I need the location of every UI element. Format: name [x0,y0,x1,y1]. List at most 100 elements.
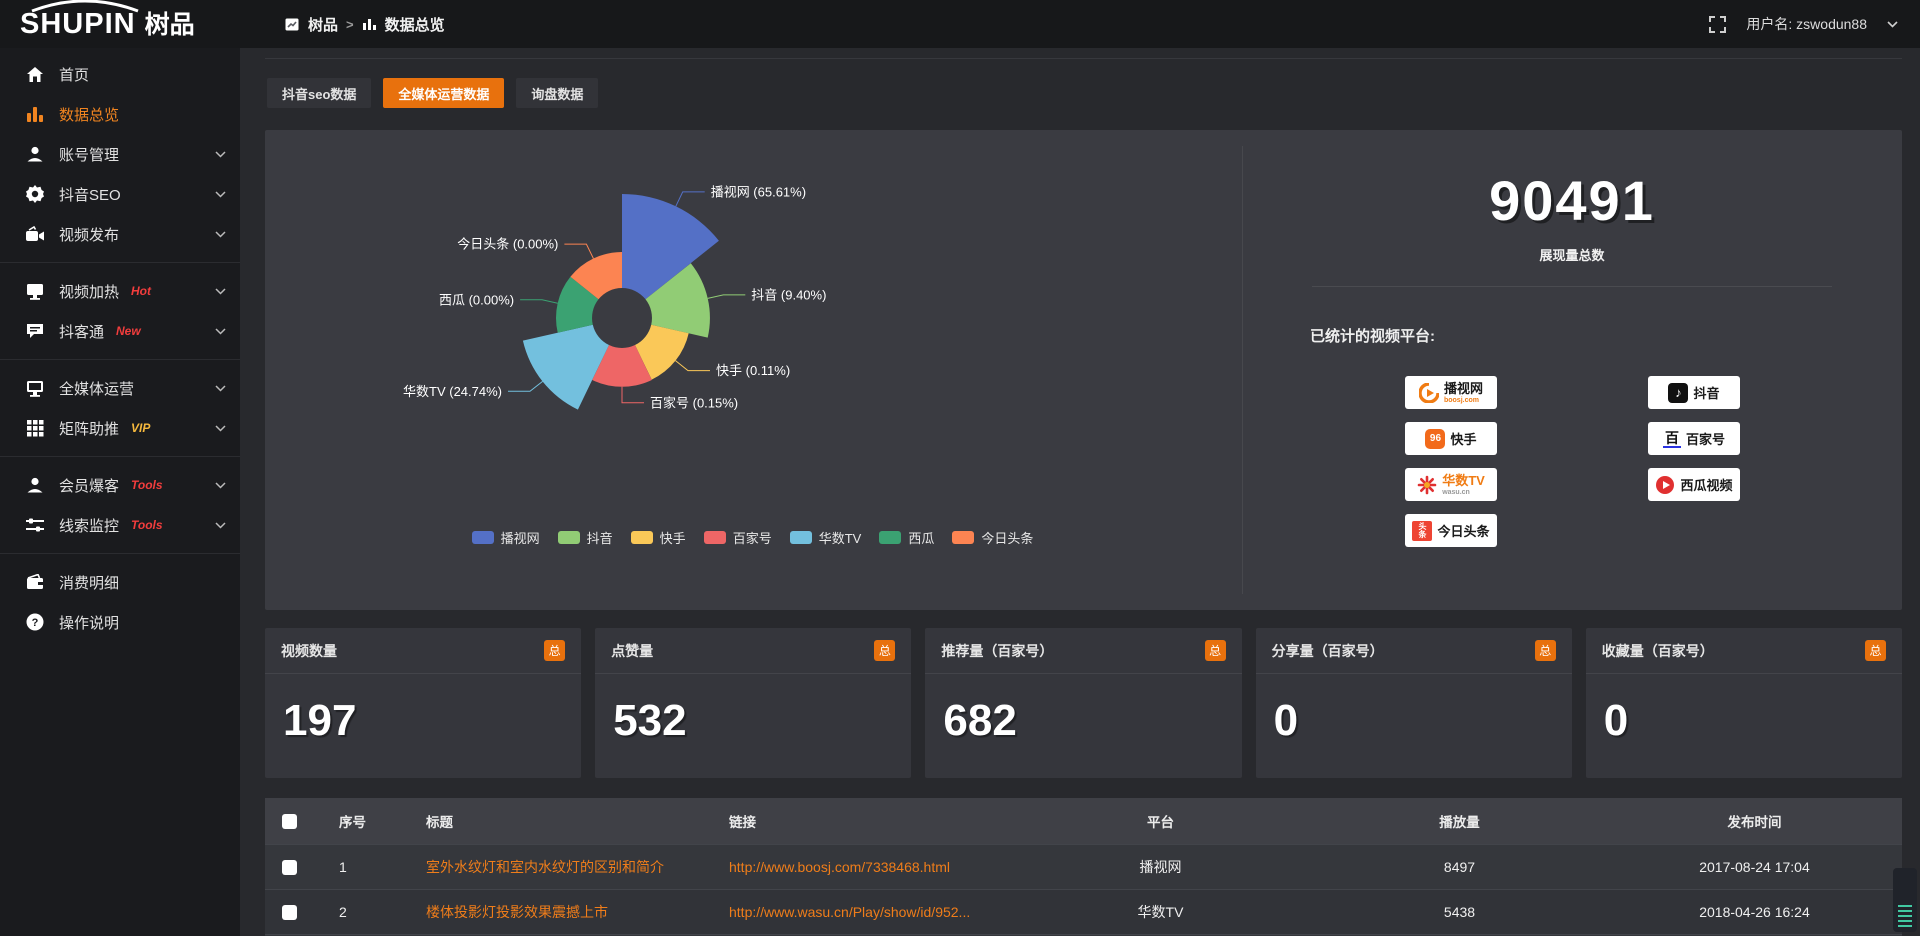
platforms-title: 已统计的视频平台: [1310,325,1902,346]
platform-badge-douyin: ♪ 抖音 [1648,376,1740,409]
tools-badge: Tools [131,478,163,492]
sidebar-item-douyin-seo[interactable]: 抖音SEO [0,174,240,214]
wallet-icon [26,573,44,591]
pie-label: 播视网 (65.61%) [711,184,806,199]
overview-panel: 播视网 (65.61%)抖音 (9.40%)快手 (0.11%)百家号 (0.1… [265,130,1902,610]
stat-value: 0 [1586,674,1902,746]
pie-slice-华数TV[interactable] [523,325,609,410]
breadcrumb-root[interactable]: 树品 [308,14,338,35]
chat-icon [26,322,44,340]
pie-label: 百家号 (0.15%) [650,395,738,410]
legend-item[interactable]: 西瓜 [879,528,934,547]
legend-item[interactable]: 百家号 [704,528,772,547]
sidebar-item-member-burst[interactable]: 会员爆客 Tools [0,465,240,505]
stat-value: 197 [265,674,581,746]
legend-item[interactable]: 抖音 [558,528,613,547]
pie-label: 快手 (0.11%) [716,363,790,378]
platform-badge-wasu: 华数TVwasu.cn [1405,468,1497,501]
summary-divider [1312,286,1832,287]
legend-item[interactable]: 播视网 [472,528,540,547]
chevron-down-icon [215,231,226,238]
total-badge[interactable]: 总 [544,640,565,661]
summary-section: 90491 展现量总数 已统计的视频平台: 播视网boosj.com ♪ 抖音 … [1242,130,1902,610]
chevron-down-icon [215,482,226,489]
legend-item[interactable]: 华数TV [790,528,862,547]
sidebar-item-video-heat[interactable]: 视频加热 Hot [0,271,240,311]
tab-omnimedia-data[interactable]: 全媒体运营数据 [383,78,504,108]
pie-label-line [564,244,593,258]
legend-item[interactable]: 快手 [631,528,686,547]
video-publish-icon [26,225,44,243]
row-checkbox[interactable] [282,860,297,875]
legend-swatch [631,531,653,544]
kuaishou-logo-icon: 96 [1425,429,1445,449]
chevron-down-icon [215,522,226,529]
svg-text:?: ? [32,617,39,629]
legend-swatch [704,531,726,544]
tab-douyin-seo-data[interactable]: 抖音seo数据 [267,78,371,108]
sidebar-item-omnimedia[interactable]: 全媒体运营 [0,368,240,408]
row-checkbox[interactable] [282,905,297,920]
vertical-divider [1242,146,1243,594]
sidebar-item-data-overview[interactable]: 数据总览 [0,94,240,134]
logo-text-cn: 树品 [145,12,195,38]
sidebar-item-account[interactable]: 账号管理 [0,134,240,174]
platform-badge-baijiahao: 百 百家号 [1648,422,1740,455]
sidebar-item-instructions[interactable]: ? 操作说明 [0,602,240,642]
tab-inquiry-data[interactable]: 询盘数据 [516,78,598,108]
legend-swatch [879,531,901,544]
breadcrumb-separator: > [346,17,354,32]
fullscreen-icon[interactable] [1709,16,1726,33]
pie-label-line [676,192,705,206]
vip-badge: VIP [131,421,150,435]
sidebar-item-matrix-boost[interactable]: 矩阵助推 VIP [0,408,240,448]
video-title-link[interactable]: 室外水纹灯和室内水纹灯的区别和简介 [418,857,721,877]
user-icon [26,145,44,163]
monitor-icon [26,379,44,397]
username-label[interactable]: 用户名: zswodun88 [1746,14,1867,34]
legend-swatch [558,531,580,544]
boosj-logo-icon [1419,383,1439,403]
pie-label: 西瓜 (0.00%) [439,292,514,307]
pie-label: 华数TV (24.74%) [403,384,502,399]
site-icon [285,17,300,32]
pie-label-line [622,387,644,403]
baijiahao-logo-icon: 百 [1663,430,1681,448]
floating-widget[interactable] [1893,868,1917,932]
platform-badge-boosj: 播视网boosj.com [1405,376,1497,409]
chevron-down-icon [215,151,226,158]
toutiao-logo-icon: 头条 [1412,521,1432,541]
platform-badge-kuaishou: 96 快手 [1405,422,1497,455]
stat-card-favorites: 收藏量（百家号）总 0 [1586,628,1902,778]
total-badge[interactable]: 总 [1865,640,1886,661]
pie-label-line [508,381,543,391]
chevron-down-icon [215,328,226,335]
sidebar-divider [0,359,240,360]
total-badge[interactable]: 总 [874,640,895,661]
video-table: 序号 标题 链接 平台 播放量 发布时间 1 室外水纹灯和室内水纹灯的区别和简介… [265,798,1902,936]
stat-value: 682 [925,674,1241,746]
sidebar-item-douketong[interactable]: 抖客通 New [0,311,240,351]
video-url-link[interactable]: http://www.boosj.com/7338468.html [721,859,1009,875]
sidebar-item-lead-monitor[interactable]: 线索监控 Tools [0,505,240,545]
sidebar-divider [0,456,240,457]
legend-swatch [952,531,974,544]
sidebar-item-expense-detail[interactable]: 消费明细 [0,562,240,602]
breadcrumb: 树品 > 数据总览 [285,14,445,35]
sidebar-item-video-publish[interactable]: 视频发布 [0,214,240,254]
header-divider [265,58,1902,59]
total-badge[interactable]: 总 [1535,640,1556,661]
stat-card-shares: 分享量（百家号）总 0 [1256,628,1572,778]
sidebar-item-home[interactable]: 首页 [0,54,240,94]
chevron-down-icon[interactable] [1887,21,1898,28]
video-title-link[interactable]: 楼体投影灯投影效果震撼上市 [418,902,721,922]
legend-item[interactable]: 今日头条 [952,528,1033,547]
total-impressions-label: 展现量总数 [1242,245,1902,264]
bar-chart-icon [26,105,44,123]
select-all-checkbox[interactable] [282,814,297,829]
stat-value: 0 [1256,674,1572,746]
total-badge[interactable]: 总 [1205,640,1226,661]
app-logo: SHUPIN 树品 [0,10,240,39]
header-right: 用户名: zswodun88 [1709,14,1920,34]
video-url-link[interactable]: http://www.wasu.cn/Play/show/id/952... [721,904,1009,920]
